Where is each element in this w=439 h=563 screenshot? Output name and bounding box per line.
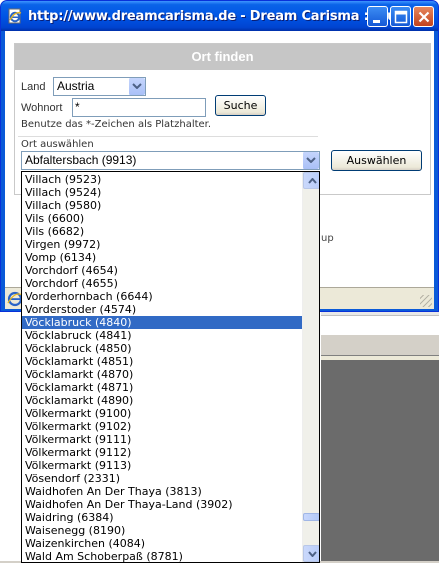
- ort-option[interactable]: Waizenkirchen (4084): [22, 537, 303, 550]
- maximize-button[interactable]: [390, 6, 411, 27]
- land-label: Land: [21, 81, 46, 93]
- ort-option[interactable]: Völkermarkt (9112): [22, 446, 303, 459]
- ort-option[interactable]: Vorchdorf (4654): [22, 264, 303, 277]
- ort-label: Ort auswählen: [21, 139, 94, 150]
- ort-dropdown-list[interactable]: Villach (9523) Villach (9524) Villach (958…: [21, 171, 320, 563]
- ort-option[interactable]: Völkermarkt (9100): [22, 407, 303, 420]
- section-divider: [18, 136, 318, 137]
- ort-option[interactable]: Wald Am Schoberpaß (8781): [22, 550, 303, 562]
- window-title: http://www.dreamcarisma.de - Dream Caris…: [28, 9, 411, 24]
- ort-option[interactable]: Vöcklabruck (4840): [22, 316, 303, 329]
- scroll-thumb[interactable]: [303, 512, 319, 521]
- ort-option[interactable]: Völkermarkt (9102): [22, 420, 303, 433]
- panel-heading: Ort finden: [15, 44, 430, 70]
- ort-option[interactable]: Vorchdorf (4655): [22, 277, 303, 290]
- ort-option[interactable]: Villach (9580): [22, 199, 303, 212]
- scroll-down-button[interactable]: [303, 545, 319, 562]
- ort-option[interactable]: Völkermarkt (9113): [22, 459, 303, 472]
- land-dropdown-button[interactable]: [128, 78, 145, 95]
- ort-option[interactable]: Waidring (6384): [22, 511, 303, 524]
- search-button[interactable]: Suche: [215, 95, 266, 116]
- ort-option[interactable]: Vomp (6134): [22, 251, 303, 264]
- ort-option[interactable]: Vöcklabruck (4850): [22, 342, 303, 355]
- ort-option[interactable]: Vöcklamarkt (4871): [22, 381, 303, 394]
- ort-options: Villach (9523) Villach (9524) Villach (958…: [22, 173, 303, 562]
- ort-option[interactable]: Vils (6682): [22, 225, 303, 238]
- chevron-down-icon: [132, 83, 142, 89]
- ort-option[interactable]: Vöcklabruck (4841): [22, 329, 303, 342]
- ort-option[interactable]: Vils (6600): [22, 212, 303, 225]
- ie-page-icon: [7, 8, 23, 24]
- ort-option[interactable]: Waidhofen An Der Thaya (3813): [22, 485, 303, 498]
- ort-select[interactable]: Abfaltersbach (9913): [21, 151, 320, 170]
- list-scrollbar[interactable]: [302, 172, 319, 562]
- chevron-up-icon: [308, 178, 317, 184]
- wohnort-label: Wohnort: [21, 102, 63, 114]
- close-button[interactable]: [413, 6, 434, 27]
- background-toolbar: [321, 334, 439, 356]
- maximize-icon: [394, 10, 408, 24]
- land-select-value: Austria: [57, 79, 95, 93]
- ort-select-value: Abfaltersbach (9913): [25, 153, 137, 167]
- background-text-fragment: up: [321, 233, 334, 244]
- background-panel: [321, 360, 439, 563]
- resize-grip[interactable]: [420, 295, 432, 307]
- ort-option[interactable]: Vöcklamarkt (4890): [22, 394, 303, 407]
- minimize-icon: [373, 20, 380, 23]
- ort-option[interactable]: Völkermarkt (9111): [22, 433, 303, 446]
- ort-option[interactable]: Villach (9524): [22, 186, 303, 199]
- ort-option[interactable]: Waisenegg (8190): [22, 524, 303, 537]
- title-bar[interactable]: http://www.dreamcarisma.de - Dream Caris…: [1, 1, 438, 31]
- ort-option[interactable]: Vorderstoder (4574): [22, 303, 303, 316]
- ort-option[interactable]: Waidhofen An Der Thaya-Land (3902): [22, 498, 303, 511]
- ort-dropdown-button[interactable]: [302, 152, 319, 169]
- scroll-up-button[interactable]: [303, 172, 319, 189]
- minimize-button[interactable]: [367, 6, 388, 27]
- chevron-down-icon: [306, 157, 316, 163]
- ort-option[interactable]: Vöcklamarkt (4870): [22, 368, 303, 381]
- chevron-down-icon: [308, 551, 317, 557]
- ort-option[interactable]: Villach (9523): [22, 173, 303, 186]
- ort-option[interactable]: Virgen (9972): [22, 238, 303, 251]
- ort-option[interactable]: Vöcklamarkt (4851): [22, 355, 303, 368]
- choose-button[interactable]: Auswählen: [331, 150, 422, 171]
- land-select[interactable]: Austria: [53, 77, 146, 96]
- ort-option[interactable]: Vösendorf (2331): [22, 472, 303, 485]
- close-icon: [418, 11, 430, 23]
- wohnort-input[interactable]: *: [72, 98, 206, 117]
- ort-option[interactable]: Vorderhornbach (6644): [22, 290, 303, 303]
- wildcard-hint: Benutze das *-Zeichen als Platzhalter.: [21, 119, 212, 130]
